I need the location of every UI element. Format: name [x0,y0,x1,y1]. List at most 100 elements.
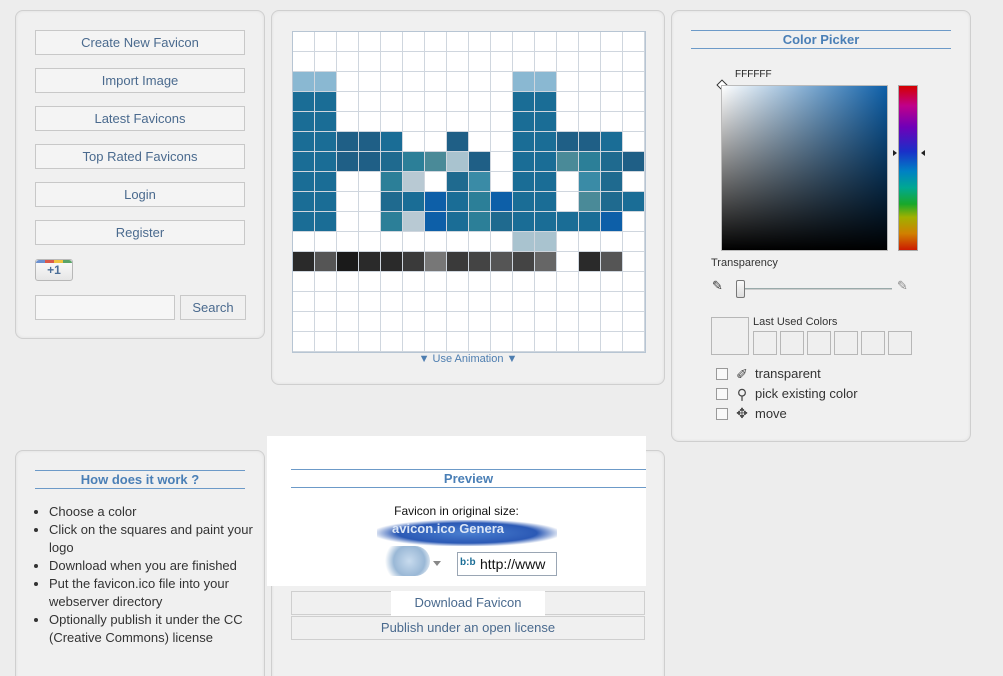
pixel-cell[interactable] [315,332,337,352]
pixel-cell[interactable] [535,232,557,252]
pixel-cell[interactable] [579,192,601,212]
pixel-cell[interactable] [557,192,579,212]
pixel-cell[interactable] [623,32,645,52]
pixel-cell[interactable] [491,212,513,232]
pixel-cell[interactable] [403,192,425,212]
pixel-cell[interactable] [513,172,535,192]
pixel-cell[interactable] [557,252,579,272]
pixel-cell[interactable] [337,332,359,352]
pixel-cell[interactable] [425,172,447,192]
pixel-cell[interactable] [403,292,425,312]
google-plus-one-button[interactable]: +1 [35,259,73,281]
pixel-cell[interactable] [469,312,491,332]
latest-favicons-button[interactable]: Latest Favicons [35,106,245,131]
pixel-cell[interactable] [293,112,315,132]
pixel-cell[interactable] [579,332,601,352]
pixel-cell[interactable] [623,192,645,212]
pixel-cell[interactable] [381,312,403,332]
pixel-cell[interactable] [425,252,447,272]
pixel-cell[interactable] [447,172,469,192]
pixel-cell[interactable] [623,92,645,112]
pixel-cell[interactable] [601,152,623,172]
pixel-cell[interactable] [381,212,403,232]
pixel-cell[interactable] [623,52,645,72]
pixel-cell[interactable] [513,272,535,292]
pixel-cell[interactable] [557,152,579,172]
pixel-cell[interactable] [447,92,469,112]
pixel-cell[interactable] [601,92,623,112]
pixel-cell[interactable] [425,52,447,72]
pixel-cell[interactable] [557,292,579,312]
pixel-cell[interactable] [601,192,623,212]
pixel-cell[interactable] [381,292,403,312]
pixel-cell[interactable] [469,212,491,232]
pixel-cell[interactable] [469,172,491,192]
pixel-cell[interactable] [579,32,601,52]
pixel-cell[interactable] [359,212,381,232]
pixel-cell[interactable] [557,112,579,132]
last-used-swatch-4[interactable] [834,331,858,355]
search-input[interactable] [35,295,175,320]
pixel-cell[interactable] [469,292,491,312]
pixel-cell[interactable] [425,232,447,252]
register-button[interactable]: Register [35,220,245,245]
pixel-cell[interactable] [293,192,315,212]
pixel-cell[interactable] [381,72,403,92]
pixel-cell[interactable] [337,52,359,72]
pixel-cell[interactable] [579,292,601,312]
pixel-cell[interactable] [579,232,601,252]
pixel-cell[interactable] [359,32,381,52]
pixel-cell[interactable] [623,252,645,272]
pixel-cell[interactable] [513,112,535,132]
pixel-cell[interactable] [535,192,557,212]
pixel-cell[interactable] [513,232,535,252]
pixel-cell[interactable] [447,212,469,232]
pixel-cell[interactable] [491,192,513,212]
pixel-cell[interactable] [601,292,623,312]
pixel-cell[interactable] [579,52,601,72]
pixel-cell[interactable] [315,312,337,332]
pixel-cell[interactable] [579,272,601,292]
pixel-cell[interactable] [579,72,601,92]
pixel-cell[interactable] [579,212,601,232]
pixel-cell[interactable] [381,192,403,212]
pixel-cell[interactable] [315,212,337,232]
pixel-cell[interactable] [579,252,601,272]
pixel-cell[interactable] [315,292,337,312]
pixel-cell[interactable] [557,132,579,152]
pixel-cell[interactable] [623,152,645,172]
pixel-cell[interactable] [601,232,623,252]
pixel-cell[interactable] [513,32,535,52]
pixel-cell[interactable] [491,132,513,152]
pixel-cell[interactable] [337,112,359,132]
pixel-cell[interactable] [447,152,469,172]
pixel-cell[interactable] [425,112,447,132]
pixel-cell[interactable] [601,252,623,272]
pixel-cell[interactable] [403,212,425,232]
last-used-swatch-2[interactable] [780,331,804,355]
last-used-swatch-1[interactable] [753,331,777,355]
pick-color-checkbox[interactable] [716,388,728,400]
pixel-cell[interactable] [293,292,315,312]
pixel-cell[interactable] [315,272,337,292]
last-used-swatch-5[interactable] [861,331,885,355]
pixel-cell[interactable] [425,192,447,212]
pixel-cell[interactable] [579,132,601,152]
pixel-cell[interactable] [491,152,513,172]
pixel-cell[interactable] [469,332,491,352]
pixel-cell[interactable] [469,112,491,132]
pixel-cell[interactable] [337,232,359,252]
pixel-cell[interactable] [557,312,579,332]
transparent-checkbox[interactable] [716,368,728,380]
pixel-cell[interactable] [447,252,469,272]
pixel-cell[interactable] [491,272,513,292]
pixel-cell[interactable] [425,292,447,312]
pixel-cell[interactable] [623,292,645,312]
pixel-cell[interactable] [557,92,579,112]
pixel-cell[interactable] [469,232,491,252]
pixel-cell[interactable] [315,32,337,52]
pixel-cell[interactable] [293,332,315,352]
pixel-cell[interactable] [359,52,381,72]
pixel-cell[interactable] [337,272,359,292]
pixel-cell[interactable] [293,32,315,52]
